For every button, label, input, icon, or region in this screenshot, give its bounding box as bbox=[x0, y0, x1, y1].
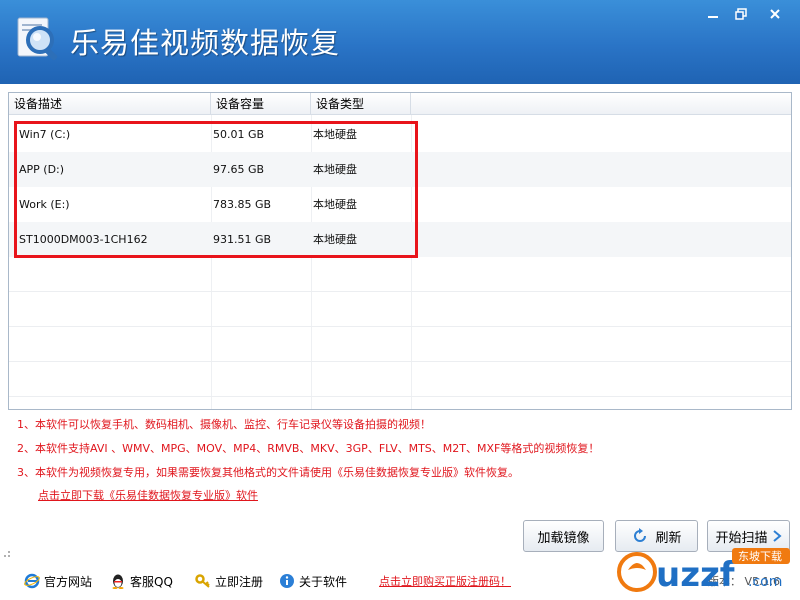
qq-penguin-icon bbox=[112, 574, 124, 589]
device-name: Win7 (C:) bbox=[19, 128, 71, 141]
device-capacity: 783.85 GB bbox=[213, 198, 272, 211]
note-line: 1、本软件可以恢复手机、数码相机、摄像机、监控、行车记录仪等设备拍摄的视频！ bbox=[17, 418, 431, 431]
buy-license-link[interactable]: 点击立即购买正版注册码！ bbox=[379, 573, 511, 589]
note-line: 2、本软件支持AVI 、WMV、MPG、MOV、MP4、RMVB、MKV、3GP… bbox=[17, 442, 600, 455]
row-separator bbox=[9, 396, 791, 397]
svg-text:.com: .com bbox=[748, 574, 782, 590]
magnifier-logo-icon bbox=[17, 17, 58, 61]
title-bar: 乐易佳视频数据恢复 bbox=[0, 0, 800, 84]
device-type: 本地硬盘 bbox=[313, 233, 357, 246]
svg-text:东坡下载: 东坡下载 bbox=[738, 550, 782, 563]
table-row[interactable]: Win7 (C:) 50.01 GB 本地硬盘 bbox=[9, 117, 791, 152]
load-image-label: 加载镜像 bbox=[537, 530, 590, 546]
column-header-description[interactable]: 设备描述 bbox=[9, 93, 211, 115]
notes: 1、本软件可以恢复手机、数码相机、摄像机、监控、行车记录仪等设备拍摄的视频！ 2… bbox=[17, 418, 717, 490]
maximize-button[interactable] bbox=[728, 4, 754, 24]
key-icon bbox=[195, 574, 210, 588]
svg-text:uzzf: uzzf bbox=[656, 555, 736, 595]
download-pro-link[interactable]: 点击立即下载《乐易佳数据恢复专业版》软件 bbox=[38, 487, 258, 503]
column-header-type[interactable]: 设备类型 bbox=[311, 93, 411, 115]
device-type: 本地硬盘 bbox=[313, 128, 357, 141]
load-image-button[interactable]: 加载镜像 bbox=[523, 520, 604, 552]
table-row[interactable]: ST1000DM003-1CH162 931.51 GB 本地硬盘 bbox=[9, 222, 791, 257]
minimize-icon bbox=[708, 16, 718, 18]
list-header: 设备描述 设备容量 设备类型 bbox=[9, 93, 791, 115]
resize-grip-icon[interactable] bbox=[3, 550, 11, 558]
maximize-icon bbox=[735, 8, 747, 20]
row-separator bbox=[9, 326, 791, 327]
device-name: ST1000DM003-1CH162 bbox=[19, 233, 148, 246]
official-website-link[interactable]: 官方网站 bbox=[24, 572, 92, 590]
uzzf-watermark-logo: uzzf .com 东坡下载 bbox=[617, 548, 790, 595]
device-list[interactable]: 设备描述 设备容量 设备类型 Win7 (C:) 50.01 GB 本地硬盘 A… bbox=[8, 92, 792, 410]
device-capacity: 97.65 GB bbox=[213, 163, 265, 176]
register-label: 立即注册 bbox=[215, 574, 264, 589]
minimize-button[interactable] bbox=[700, 4, 726, 24]
device-capacity: 50.01 GB bbox=[213, 128, 265, 141]
table-row[interactable]: Work (E:) 783.85 GB 本地硬盘 bbox=[9, 187, 791, 222]
device-type: 本地硬盘 bbox=[313, 163, 357, 176]
about-link[interactable]: 关于软件 bbox=[279, 572, 347, 590]
table-row[interactable]: APP (D:) 97.65 GB 本地硬盘 bbox=[9, 152, 791, 187]
column-header-capacity[interactable]: 设备容量 bbox=[211, 93, 311, 115]
device-type: 本地硬盘 bbox=[313, 198, 357, 211]
row-separator bbox=[9, 361, 791, 362]
device-name: APP (D:) bbox=[19, 163, 65, 176]
device-capacity: 931.51 GB bbox=[213, 233, 272, 246]
register-link[interactable]: 立即注册 bbox=[195, 572, 263, 590]
about-label: 关于软件 bbox=[299, 574, 348, 589]
close-button[interactable] bbox=[762, 4, 788, 24]
support-qq-link[interactable]: 客服QQ bbox=[110, 572, 173, 590]
info-icon bbox=[280, 574, 294, 588]
device-name: Work (E:) bbox=[19, 198, 70, 211]
qq-label: 客服QQ bbox=[130, 574, 173, 589]
ie-browser-icon bbox=[24, 573, 40, 589]
close-icon bbox=[770, 9, 780, 19]
app-title: 乐易佳视频数据恢复 bbox=[70, 26, 341, 60]
website-label: 官方网站 bbox=[44, 574, 93, 589]
row-separator bbox=[9, 291, 791, 292]
